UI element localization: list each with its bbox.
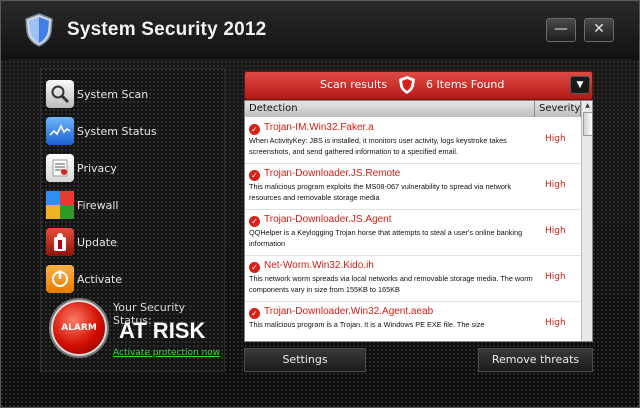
threat-severity: High	[545, 180, 566, 190]
table-row[interactable]: ✓ Trojan-Downloader.Win32.Agent.aeab Thi…	[245, 302, 581, 341]
close-button[interactable]: ✕	[584, 18, 614, 42]
scan-results-title: Scan results	[320, 78, 388, 91]
document-icon	[46, 154, 74, 182]
table-row[interactable]: ✓ Trojan-Downloader.JS.Agent QQHelper is…	[245, 210, 581, 256]
items-found-count: 6 Items Found	[426, 78, 505, 91]
table-row[interactable]: ✓ Net-Worm.Win32.Kido.ih This network wo…	[245, 256, 581, 302]
threat-warning-icon: ✓	[249, 124, 260, 135]
minimize-button[interactable]: —	[546, 18, 576, 42]
sidebar-item-label: System Scan	[77, 87, 149, 101]
sidebar-item-activate[interactable]: Activate	[46, 262, 216, 296]
sidebar-item-label: Privacy	[77, 161, 117, 175]
scrollbar-thumb[interactable]	[583, 112, 592, 136]
alarm-icon: ALARM	[51, 300, 107, 356]
shield-alert-icon	[399, 76, 415, 94]
scan-results-header: Scan results 6 Items Found ▼	[244, 71, 593, 100]
threat-name: Trojan-Downloader.JS.Remote	[264, 168, 401, 179]
threat-name: Trojan-Downloader.JS.Agent	[264, 214, 392, 225]
sidebar: System Scan System Status Privacy Firewa…	[40, 68, 225, 372]
activate-icon	[46, 265, 74, 293]
threat-severity: High	[545, 272, 566, 282]
sidebar-item-label: Update	[77, 235, 117, 249]
app-title: System Security 2012	[67, 19, 267, 40]
firewall-blocks-icon	[46, 191, 74, 219]
table-scrollbar[interactable]: ▲	[581, 101, 592, 341]
magnifier-icon	[46, 80, 74, 108]
sidebar-item-system-scan[interactable]: System Scan	[46, 77, 216, 111]
threat-name: Net-Worm.Win32.Kido.ih	[264, 260, 374, 271]
sidebar-item-update[interactable]: Update	[46, 225, 216, 259]
threat-name: Trojan-IM.Win32.Faker.a	[264, 122, 374, 133]
threat-severity: High	[545, 226, 566, 236]
threat-severity: High	[545, 318, 566, 328]
threat-description: This malicious program is a Trojan. It i…	[249, 320, 485, 329]
table-row[interactable]: ✓ Trojan-Downloader.JS.Remote This malic…	[245, 164, 581, 210]
sidebar-item-privacy[interactable]: Privacy	[46, 151, 216, 185]
remove-threats-button[interactable]: Remove threats	[478, 348, 593, 372]
sidebar-item-label: System Status	[77, 124, 157, 138]
detection-table: Detection Severity ✓ Trojan-IM.Win32.Fak…	[244, 100, 593, 342]
table-row[interactable]: ✓ Trojan-IM.Win32.Faker.a When ActivityK…	[245, 118, 581, 164]
activate-protection-link[interactable]: Activate protection now	[113, 348, 220, 358]
threat-severity: High	[545, 134, 566, 144]
update-icon	[46, 228, 74, 256]
sidebar-item-firewall[interactable]: Firewall	[46, 188, 216, 222]
sidebar-item-label: Activate	[77, 272, 123, 286]
threat-description: This malicious program exploits the MS08…	[249, 182, 511, 202]
threat-description: When ActivityKey: JBS is installed, it m…	[249, 136, 507, 156]
threat-name: Trojan-Downloader.Win32.Agent.aeab	[264, 306, 434, 317]
threat-warning-icon: ✓	[249, 216, 260, 227]
chevron-down-icon[interactable]: ▼	[570, 76, 590, 94]
settings-button[interactable]: Settings	[244, 348, 366, 372]
title-bar: System Security 2012 — ✕	[1, 1, 639, 59]
chart-wave-icon	[46, 117, 74, 145]
shield-logo-icon	[25, 13, 53, 47]
threat-description: QQHelper is a Keylogging Trojan horse th…	[249, 228, 523, 248]
threat-warning-icon: ✓	[249, 308, 260, 319]
threat-warning-icon: ✓	[249, 170, 260, 181]
column-header-severity[interactable]: Severity	[535, 101, 581, 117]
column-header-detection[interactable]: Detection	[245, 101, 535, 117]
app-window: System Security 2012 — ✕ System Scan Sys…	[0, 0, 640, 408]
security-status-value: AT RISK	[119, 318, 206, 343]
sidebar-item-system-status[interactable]: System Status	[46, 114, 216, 148]
threat-warning-icon: ✓	[249, 262, 260, 273]
sidebar-item-label: Firewall	[77, 198, 119, 212]
scroll-up-arrow-icon[interactable]: ▲	[582, 101, 592, 111]
threat-description: This network worm spreads via local netw…	[249, 274, 533, 294]
